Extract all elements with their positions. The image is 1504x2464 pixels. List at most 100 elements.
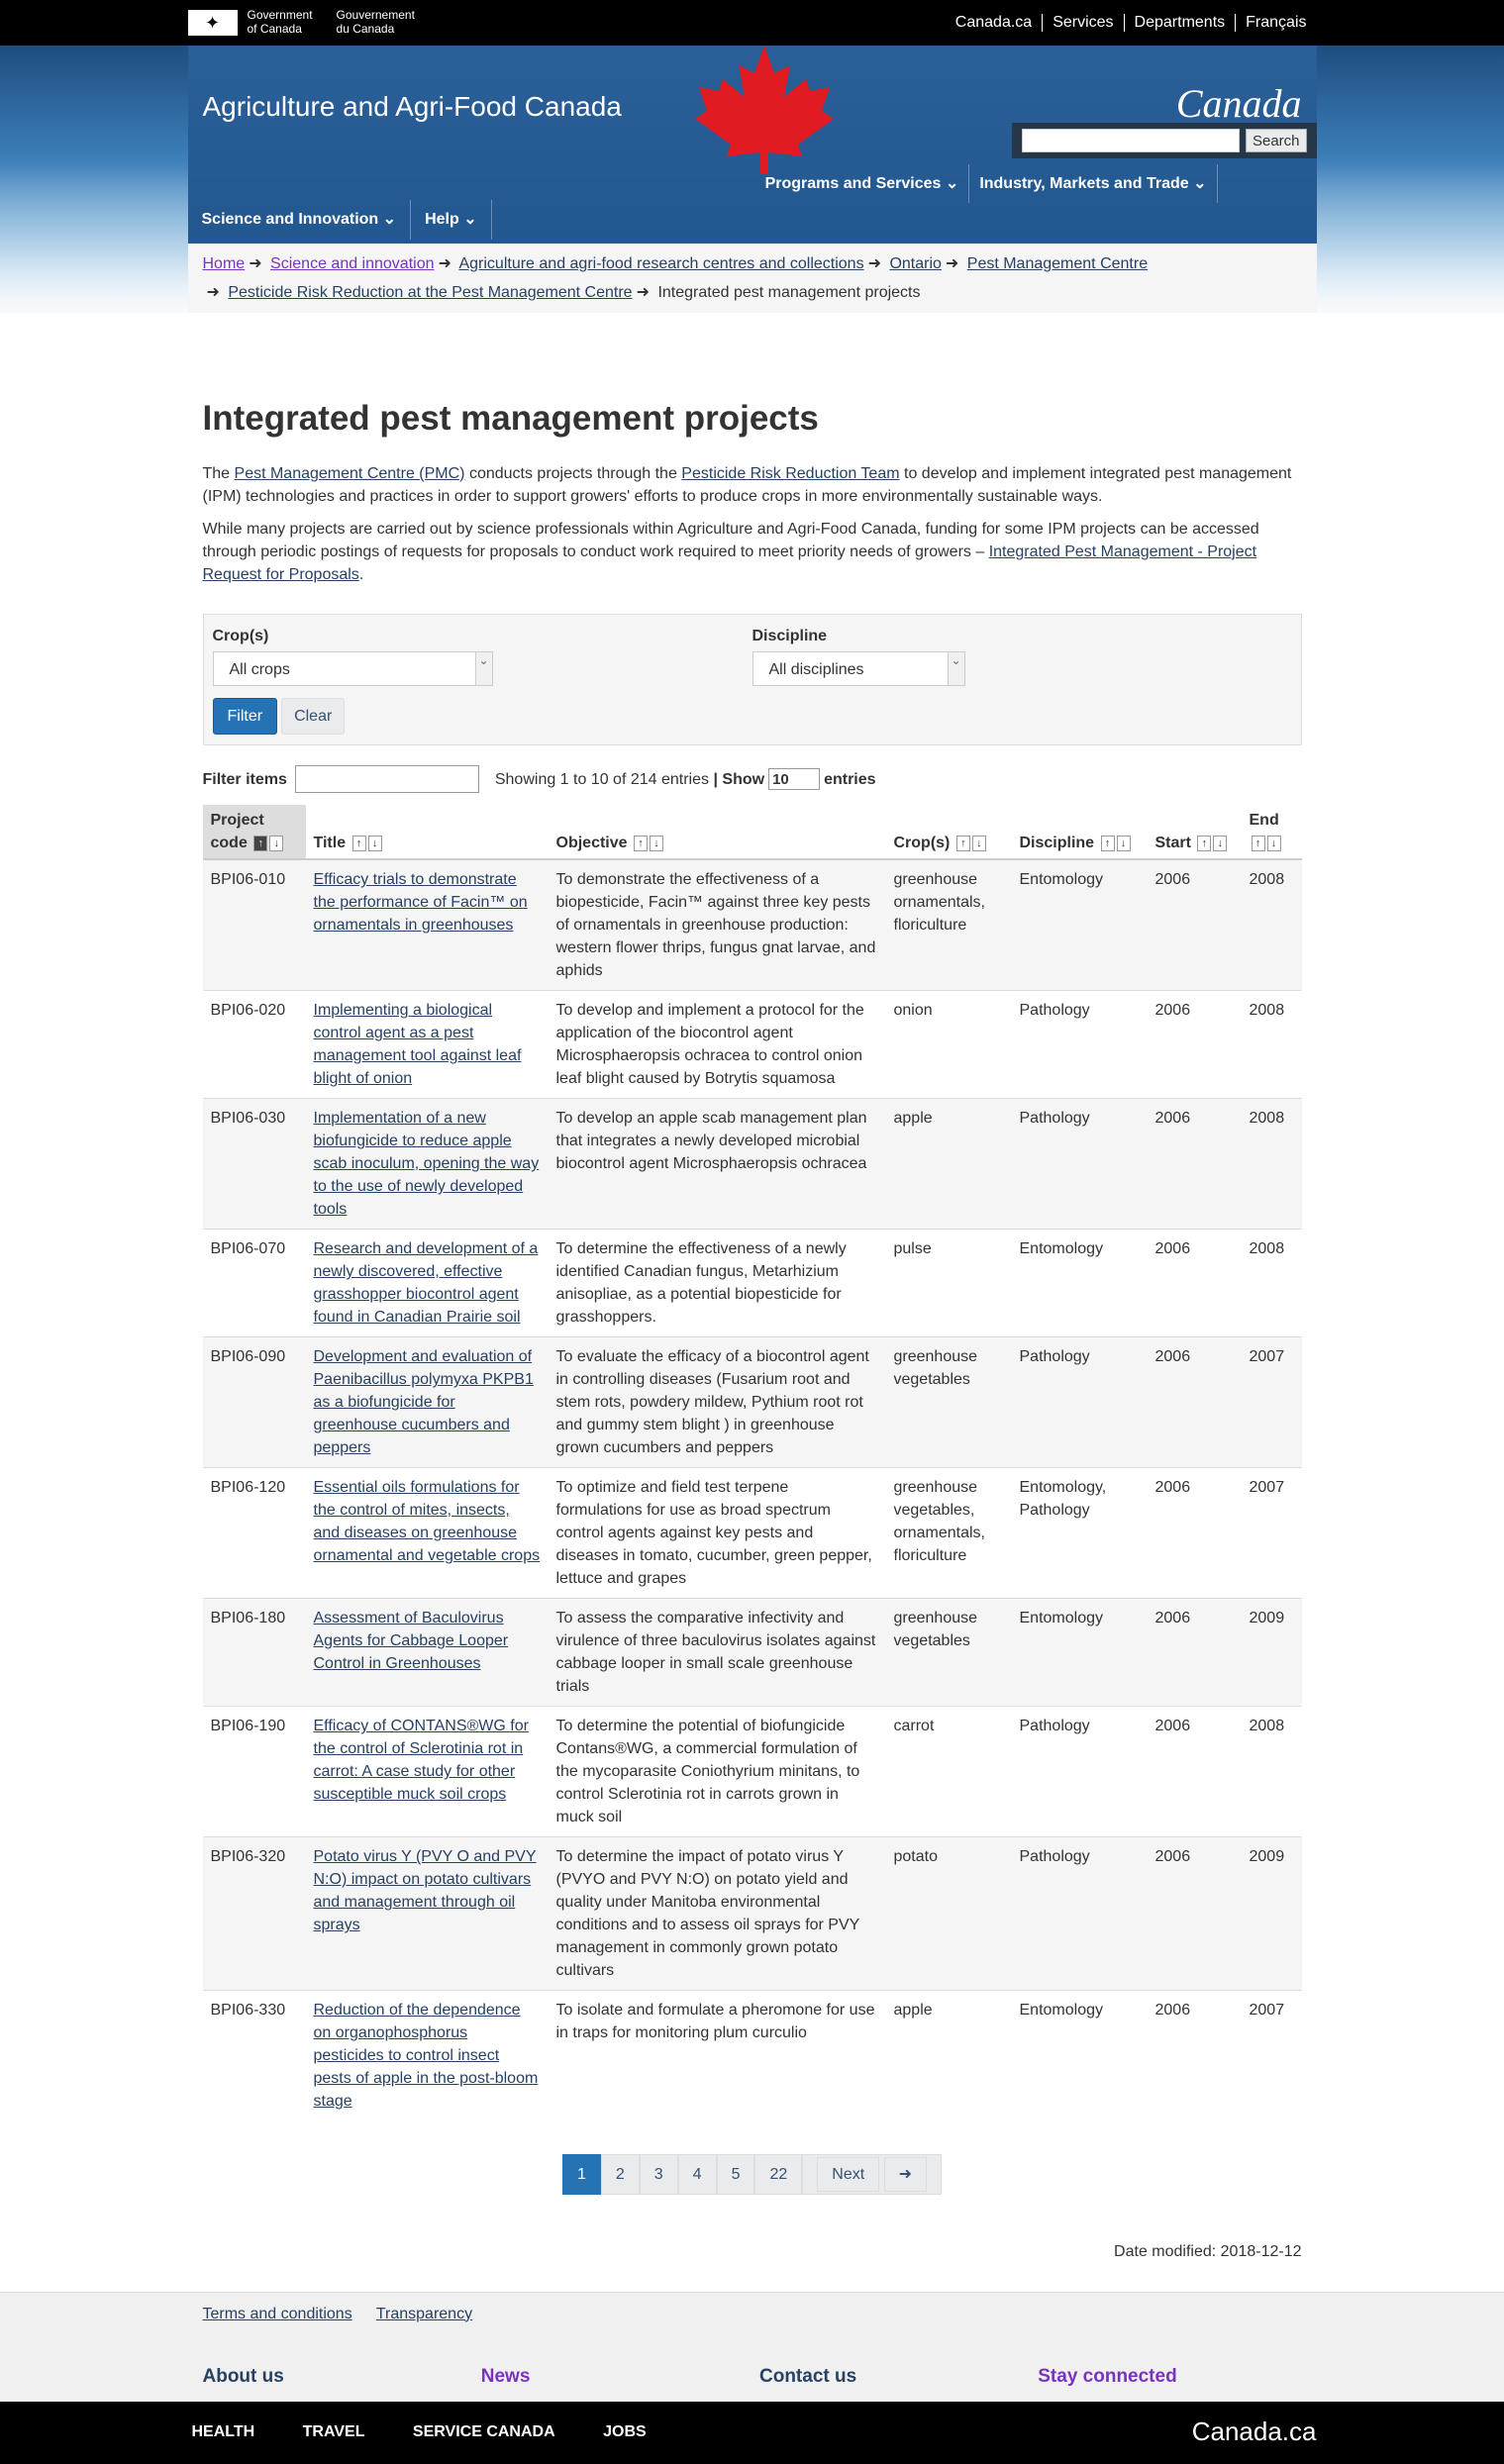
footer-about-us[interactable]: About us [203,2363,481,2391]
col-title[interactable]: Title ↑ ↓ [305,805,549,861]
cell-title-link[interactable]: Potato virus Y (PVY O and PVY N:O) impac… [314,1848,537,1933]
page-22[interactable]: 22 [754,2154,803,2196]
next-page-button[interactable]: Next ➜ [802,2154,943,2196]
sort-asc-icon[interactable]: ↑ [955,835,970,851]
nav-departments[interactable]: Departments [1123,14,1236,32]
filter-button[interactable]: Filter [212,697,278,736]
cell-crops: onion [893,1002,933,1020]
breadcrumb-science[interactable]: Science and innovation [270,255,434,272]
cell-crops: greenhouse ornamentals, floriculture [885,858,1012,991]
page-4[interactable]: 4 [677,2154,717,2196]
sort-asc-icon[interactable]: ↑ [351,835,366,851]
sort-desc-icon[interactable]: ↓ [269,835,284,851]
sort-asc-icon[interactable]: ↑ [633,835,648,851]
cell-title-link[interactable]: Development and evaluation of Paenibacil… [314,1348,534,1456]
sort-asc-icon[interactable]: ↑ [1197,835,1212,851]
sort-desc-icon[interactable]: ↓ [971,835,986,851]
footer-stay-connected[interactable]: Stay connected [1038,2363,1316,2391]
filter-items-input[interactable] [294,765,479,794]
menu-industry-markets[interactable]: Industry, Markets and Trade ⌄ [969,164,1218,204]
cell-title-link[interactable]: Implementing a biological control agent … [314,1002,522,1087]
footer-travel[interactable]: TRAVEL [303,2423,365,2440]
page-2[interactable]: 2 [600,2154,640,2196]
cell-title-link[interactable]: Reduction of the dependence on organopho… [314,2002,539,2110]
sort-desc-icon[interactable]: ↓ [1266,835,1281,851]
sort-asc-icon[interactable]: ↑ [1100,835,1115,851]
filter-items-label: Filter items [202,770,287,788]
page-1[interactable]: 1 [561,2154,601,2196]
cell-start: 2006 [1147,1706,1242,1837]
cell-title-link[interactable]: Implementation of a new biofungicide to … [314,1110,540,1218]
cell-objective: To demonstrate the effectiveness of a bi… [548,858,886,991]
cell-title-link[interactable]: Essential oils formulations for the cont… [314,1479,541,1564]
discipline-select[interactable]: All disciplines [752,650,965,686]
transparency-link[interactable]: Transparency [376,2306,472,2322]
col-start[interactable]: Start ↑ ↓ [1147,805,1242,861]
cell-start: 2006 [1154,1110,1191,1128]
footer-health[interactable]: HEALTH [192,2423,255,2440]
entries-per-page-select[interactable]: 10 [768,768,821,791]
cell-objective: To assess the comparative infectivity an… [555,1610,876,1696]
sort-desc-icon[interactable]: ↓ [1116,835,1131,851]
col-project-code[interactable]: Project code ↑ ↓ [202,805,306,861]
cell-discipline: Entomology [1011,1229,1148,1337]
footer-news[interactable]: News [481,2363,759,2391]
menu-science-label: Science and Innovation [201,211,379,228]
pmc-link[interactable]: Pest Management Centre (PMC) [235,465,465,482]
footer-contact-us[interactable]: Contact us [759,2363,1038,2391]
cell-end: 2007 [1241,1990,1302,2121]
canada-ca-wordmark[interactable]: Canada.ca [1192,2414,1317,2451]
showing-entries: Showing 1 to 10 of 214 entries [494,770,710,788]
cell-title-link[interactable]: Assessment of Baculovirus Agents for Cab… [314,1610,509,1672]
cell-objective: To develop an apple scab management plan… [548,1098,886,1230]
sort-desc-icon[interactable]: ↓ [367,835,382,851]
nav-services[interactable]: Services [1042,14,1123,32]
col-end[interactable]: End ↑ ↓ [1241,805,1302,861]
breadcrumb-home[interactable]: Home [203,255,246,272]
cell-title: Reduction of the dependence on organopho… [305,1990,549,2121]
government-signature[interactable]: ✦ Government of Canada Gouvernement du Can… [187,8,429,37]
menu-programs-services[interactable]: Programs and Services ⌄ [755,164,970,204]
search-input[interactable] [1021,129,1240,152]
col-discipline[interactable]: Discipline ↑ ↓ [1011,805,1148,861]
sort-asc-icon[interactable]: ↑ [1251,835,1265,851]
cell-title-link[interactable]: Efficacy of CONTANS®WG for the control o… [314,1718,529,1803]
crop-select[interactable]: All crops [212,650,493,686]
site-title[interactable]: Agriculture and Agri-Food Canada [203,87,622,128]
cell-crops: apple [885,1098,1012,1230]
page-5[interactable]: 5 [716,2154,755,2196]
cell-crops: apple [885,1990,1012,2121]
menu-science-innovation[interactable]: Science and Innovation ⌄ [188,200,412,240]
cell-start: 2006 [1147,1467,1242,1599]
cell-end: 2007 [1249,2002,1285,2020]
sort-desc-icon[interactable]: ↓ [1213,835,1228,851]
table-row: BPI06-190 Efficacy of CONTANS®WG for the … [202,1706,1302,1837]
col-crops[interactable]: Crop(s) ↑ ↓ [885,805,1012,861]
footer-jobs[interactable]: JOBS [603,2423,647,2440]
table-header-row: Project code ↑ ↓ Title ↑ ↓ Objective ↑ ↓ Cr… [202,805,1302,861]
nav-canada-ca[interactable]: Canada.ca [946,14,1042,32]
footer-service-canada[interactable]: SERVICE CANADA [413,2423,555,2440]
sort-desc-icon[interactable]: ↓ [649,835,663,851]
search-button[interactable]: Search [1245,129,1307,152]
nav-francais[interactable]: Français [1235,14,1316,32]
search-form: Search [1011,123,1317,158]
breadcrumb-research-centres[interactable]: Agriculture and agri-food research centr… [458,255,863,272]
pesticide-team-link[interactable]: Pesticide Risk Reduction Team [681,465,899,482]
cell-start: 2006 [1154,871,1191,889]
cell-discipline: Entomology [1011,1598,1148,1707]
breadcrumb-pmc[interactable]: Pest Management Centre [967,255,1148,272]
cell-discipline: Entomology [1011,858,1148,991]
page-3[interactable]: 3 [639,2154,678,2196]
cell-title-link[interactable]: Research and development of a newly disc… [314,1240,539,1326]
clear-button[interactable]: Clear [281,697,346,736]
breadcrumb-ontario[interactable]: Ontario [889,255,941,272]
cell-title-link[interactable]: Efficacy trials to demonstrate the perfo… [314,871,528,934]
sort-asc-icon[interactable]: ↑ [253,835,268,851]
cell-title: Efficacy trials to demonstrate the perfo… [305,858,549,991]
col-objective[interactable]: Objective ↑ ↓ [548,805,886,861]
breadcrumb-pesticide-risk[interactable]: Pesticide Risk Reduction at the Pest Man… [228,284,632,301]
pagination: 1 2 3 4 5 22 Next ➜ [188,2154,1317,2196]
terms-link[interactable]: Terms and conditions [203,2306,352,2322]
menu-help[interactable]: Help ⌄ [411,200,492,240]
